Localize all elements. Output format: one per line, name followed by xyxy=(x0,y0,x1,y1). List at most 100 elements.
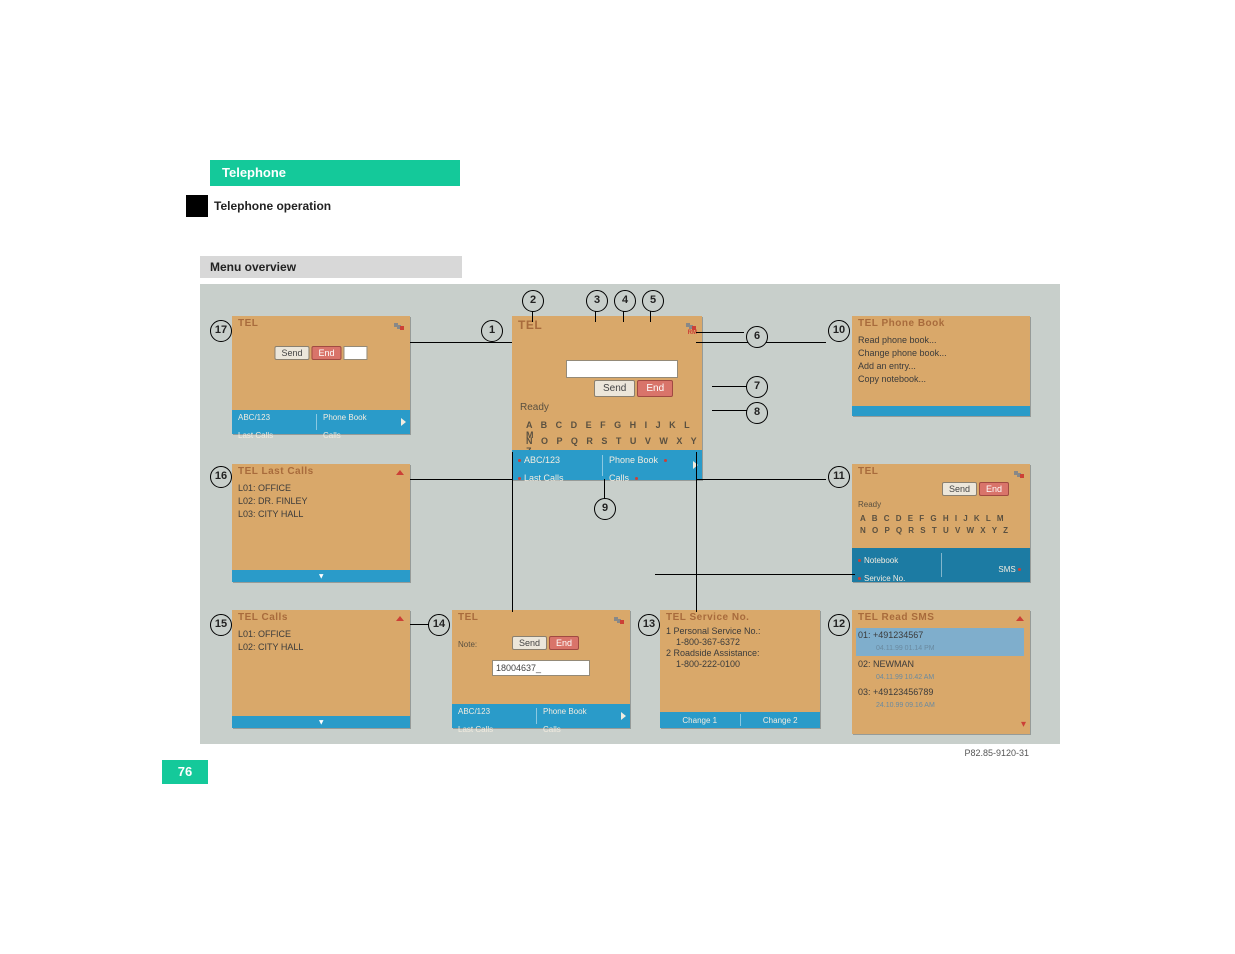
callout-12: 12 xyxy=(828,614,850,636)
chevron-right-icon xyxy=(401,418,406,426)
callout-3: 3 xyxy=(586,290,608,312)
sms-main: 01: +491234567 xyxy=(858,629,1022,642)
footer-calls: Calls xyxy=(609,473,629,483)
end-button[interactable]: End xyxy=(549,636,579,650)
tile-title: TEL xyxy=(238,318,258,329)
list-item[interactable]: L01: OFFICE xyxy=(238,482,308,495)
tile-17-tel-basic: TEL Send End ABC/123 Last Calls Phone Bo… xyxy=(232,316,410,434)
chevron-down-icon[interactable]: ▴ xyxy=(319,571,324,582)
list-item[interactable]: L01: OFFICE xyxy=(238,628,303,641)
sms-timestamp: 04.11.99 10.42 AM xyxy=(876,671,1024,684)
footer-change-1[interactable]: Change 1 xyxy=(660,716,740,725)
tile-1-tel-main: TEL RM Send End Ready A B C D E F G H I … xyxy=(512,316,702,480)
list-item[interactable]: Copy notebook... xyxy=(858,373,947,386)
service-label: 1 Personal Service No.: xyxy=(666,626,761,636)
tile-16-last-calls: TEL Last Calls L01: OFFICE L02: DR. FINL… xyxy=(232,464,410,582)
tile-14-tel-note: TEL Note: Send End 18004637_ ABC/123 Las… xyxy=(452,610,630,728)
footer-notebook: Notebook xyxy=(864,556,898,565)
footer-right[interactable]: Phone Book Calls xyxy=(317,404,401,440)
callout-17: 17 xyxy=(210,320,232,342)
footer-last-calls: Last Calls xyxy=(238,431,273,440)
service-number: 1-800-367-6372 xyxy=(676,637,740,647)
send-end-row: Send End xyxy=(274,346,367,360)
footer-abc123: ABC/123 xyxy=(458,707,490,716)
list-item[interactable]: L03: CITY HALL xyxy=(238,508,308,521)
callout-5: 5 xyxy=(642,290,664,312)
chevron-up-icon[interactable] xyxy=(396,470,404,475)
subtab-marker-icon xyxy=(186,195,208,217)
footer-last-calls: Last Calls xyxy=(524,473,564,483)
chevron-down-icon[interactable]: ▴ xyxy=(319,717,324,728)
list-item[interactable]: L02: DR. FINLEY xyxy=(238,495,308,508)
send-button[interactable]: Send xyxy=(594,380,635,397)
connector-line xyxy=(696,332,744,333)
footer-phone-book: Phone Book xyxy=(609,455,658,465)
header-subtab: Telephone operation xyxy=(186,195,331,217)
footer-abc123: ABC/123 xyxy=(524,455,560,465)
list-item[interactable]: Read phone book... xyxy=(858,334,947,347)
bullet-icon xyxy=(664,459,667,462)
number-input[interactable]: 18004637_ xyxy=(492,660,590,676)
signal-icon xyxy=(1008,467,1024,479)
footer-left[interactable]: ABC/123 Last Calls xyxy=(512,447,602,483)
tile-title: TEL xyxy=(518,318,542,332)
callout-13: 13 xyxy=(638,614,660,636)
bullet-icon xyxy=(858,559,861,562)
number-input[interactable] xyxy=(566,360,678,378)
chevron-up-icon[interactable] xyxy=(1016,616,1024,621)
sms-timestamp: 24.10.99 09.16 AM xyxy=(876,699,1024,712)
list-item[interactable]: Add an entry... xyxy=(858,360,947,373)
connector-line xyxy=(696,479,826,480)
footer-phone-book: Phone Book xyxy=(543,707,587,716)
footer-right[interactable]: Phone Book Calls xyxy=(537,698,621,734)
footer-right[interactable]: Phone Book Calls xyxy=(603,447,693,483)
footer-calls: Calls xyxy=(323,431,341,440)
connector-line xyxy=(410,342,512,343)
tile-12-read-sms: TEL Read SMS 01: +491234567 04.11.99 01.… xyxy=(852,610,1030,734)
tile-footer: Notebook Service No. SMS xyxy=(852,548,1030,582)
alpha-row-1[interactable]: A B C D E F G H I J K L M xyxy=(860,514,1006,523)
number-input-slot[interactable] xyxy=(344,346,368,360)
calls-list: L01: OFFICE L02: CITY HALL xyxy=(238,628,303,654)
list-item[interactable]: Change phone book... xyxy=(858,347,947,360)
end-button[interactable]: End xyxy=(312,346,342,360)
service-row[interactable]: 2 Roadside Assistance: 1-800-222-0100 xyxy=(666,648,761,670)
bullet-icon xyxy=(518,477,521,480)
footer-left[interactable]: ABC/123 Last Calls xyxy=(232,404,316,440)
tile-footer: ABC/123 Last Calls Phone Book Calls xyxy=(452,704,630,728)
sms-row-selected[interactable]: 01: +491234567 04.11.99 01.14 PM xyxy=(856,628,1024,656)
service-row[interactable]: 1 Personal Service No.: 1-800-367-6372 xyxy=(666,626,761,648)
page-number: 76 xyxy=(162,760,208,784)
footer-change-2[interactable]: Change 2 xyxy=(741,716,821,725)
footer-right[interactable]: SMS xyxy=(942,556,1031,574)
callout-4: 4 xyxy=(614,290,636,312)
chevron-up-icon[interactable] xyxy=(396,616,404,621)
end-button[interactable]: End xyxy=(979,482,1009,496)
end-button[interactable]: End xyxy=(637,380,673,397)
send-button[interactable]: Send xyxy=(274,346,309,360)
tile-title: TEL xyxy=(858,466,878,477)
connector-line xyxy=(410,479,512,480)
note-label: Note: xyxy=(458,640,477,649)
alpha-row-2[interactable]: N O P Q R S T U V W X Y Z xyxy=(860,526,1010,535)
tile-title: TEL Service No. xyxy=(666,612,749,623)
callout-6: 6 xyxy=(746,326,768,348)
footer-left[interactable]: ABC/123 Last Calls xyxy=(452,698,536,734)
tile-title: TEL Phone Book xyxy=(858,318,945,329)
sms-row[interactable]: 02: NEWMAN 04.11.99 10.42 AM xyxy=(858,658,1024,684)
list-item[interactable]: L02: CITY HALL xyxy=(238,641,303,654)
send-button[interactable]: Send xyxy=(512,636,547,650)
tile-13-service-no: TEL Service No. 1 Personal Service No.: … xyxy=(660,610,820,728)
sms-list: 01: +491234567 04.11.99 01.14 PM 02: NEW… xyxy=(858,628,1024,714)
bullet-icon xyxy=(518,459,521,462)
sms-row[interactable]: 03: +49123456789 24.10.99 09.16 AM xyxy=(858,686,1024,712)
tile-title: TEL Last Calls xyxy=(238,466,314,477)
tile-footer xyxy=(852,406,1030,416)
chevron-down-icon[interactable]: ▾ xyxy=(1021,719,1026,730)
tile-footer: ▴ xyxy=(232,716,410,728)
footer-left[interactable]: Notebook Service No. xyxy=(852,547,941,583)
send-button[interactable]: Send xyxy=(942,482,977,496)
header-tab-telephone: Telephone xyxy=(210,160,460,186)
callout-11: 11 xyxy=(828,466,850,488)
diagram-area: 2 3 4 5 1 6 7 8 9 10 11 17 16 15 14 13 1… xyxy=(200,284,1060,744)
